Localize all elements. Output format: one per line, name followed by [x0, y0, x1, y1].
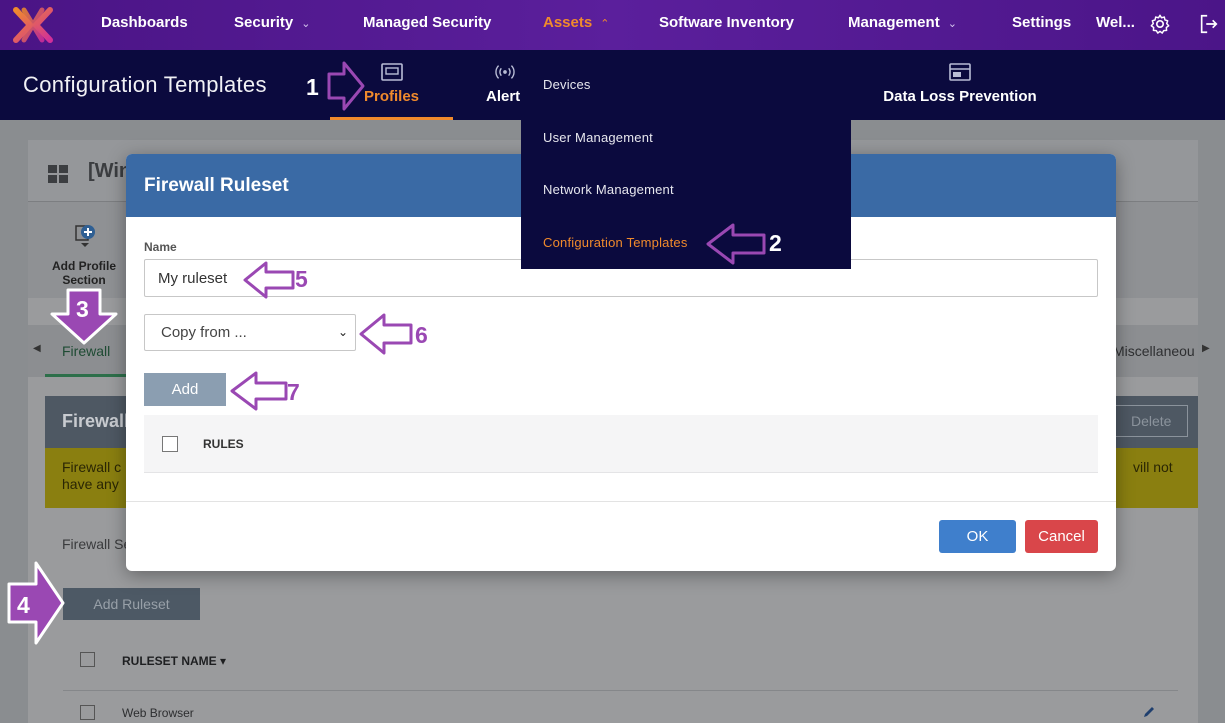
dlp-icon	[949, 63, 971, 81]
row-checkbox[interactable]	[80, 705, 95, 720]
add-ruleset-button[interactable]: Add Ruleset	[63, 588, 200, 620]
menu-item-devices[interactable]: Devices	[543, 77, 591, 92]
name-label: Name	[144, 240, 177, 254]
annotation-number-2: 2	[769, 230, 782, 256]
annotation-number-7: 7	[287, 379, 300, 405]
tab-data-loss-prevention[interactable]: Data Loss Prevention	[870, 50, 1050, 120]
logout-icon[interactable]	[1198, 13, 1220, 35]
nav-managed-security[interactable]: Managed Security	[363, 0, 491, 50]
rules-table-header: RULES	[144, 415, 1098, 473]
page-title: Configuration Templates	[23, 72, 267, 97]
annotation-arrow-left-icon	[243, 261, 295, 299]
user-name: Wel...	[1096, 14, 1135, 31]
copy-from-select[interactable]: Copy from ... ⌄	[144, 314, 356, 351]
tab-dlp-label: Data Loss Prevention	[883, 88, 1037, 105]
alert-signal-icon	[495, 65, 515, 79]
nav-assets-label: Assets	[543, 14, 593, 31]
warning-text-right: vill not	[1133, 459, 1173, 475]
menu-item-user-management[interactable]: User Management	[543, 130, 653, 145]
annotation-number-5: 5	[295, 266, 308, 292]
warning-text: Firewall c have any	[62, 459, 121, 493]
ok-button[interactable]: OK	[939, 520, 1016, 553]
annotation-arrow-left-icon	[359, 313, 413, 355]
add-section-icon[interactable]	[74, 222, 96, 248]
sort-down-icon: ▾	[220, 654, 227, 668]
cancel-button[interactable]: Cancel	[1025, 520, 1098, 553]
ruleset-name-column-header[interactable]: RULESET NAME ▾	[122, 654, 226, 668]
profiles-icon	[380, 63, 403, 81]
user-menu[interactable]: Wel...	[1096, 0, 1135, 50]
dialog-title: Firewall Ruleset	[144, 175, 289, 196]
nav-management[interactable]: Management ⌄	[848, 0, 957, 50]
nav-security[interactable]: Security ⌄	[234, 0, 310, 50]
nav-software-inventory-label: Software Inventory	[659, 14, 795, 31]
gear-icon[interactable]	[1149, 13, 1171, 35]
windows-icon	[48, 165, 68, 183]
warning-line-1: Firewall c	[62, 459, 122, 475]
annotation-number-1: 1	[306, 74, 319, 100]
nav-managed-security-label: Managed Security	[363, 14, 492, 31]
select-all-checkbox[interactable]	[80, 652, 95, 667]
annotation-arrow-right-icon	[7, 561, 65, 645]
dialog-footer-divider	[126, 501, 1116, 502]
rules-select-all-checkbox[interactable]	[162, 436, 178, 452]
delete-button[interactable]: Delete	[1110, 405, 1188, 437]
nav-dashboards-label: Dashboards	[101, 14, 188, 31]
app-logo[interactable]	[10, 4, 56, 46]
nav-settings-label: Settings	[1012, 14, 1072, 31]
rules-column-header: RULES	[203, 437, 244, 451]
annotation-number-3: 3	[76, 296, 89, 322]
add-profile-section-button[interactable]: Add Profile Section	[48, 259, 120, 287]
copy-from-value: Copy from ...	[161, 324, 247, 341]
firewall-section-title: Firewall	[62, 411, 130, 431]
ruleset-name-header-label: RULESET NAME	[122, 654, 217, 668]
nav-settings[interactable]: Settings	[1012, 0, 1071, 50]
tab-miscellaneous[interactable]: Miscellaneou	[1113, 343, 1195, 359]
chevron-down-icon: ⌄	[301, 18, 311, 30]
chevron-down-icon: ⌄	[947, 18, 957, 30]
menu-item-network-management[interactable]: Network Management	[543, 182, 674, 197]
firewall-settings-label: Firewall Se	[62, 536, 132, 552]
active-tab-indicator	[330, 117, 453, 120]
annotation-arrow-right-icon	[327, 61, 365, 111]
assets-dropdown-menu: Devices User Management Network Manageme…	[521, 50, 851, 269]
annotation-number-4: 4	[17, 592, 30, 618]
nav-dashboards[interactable]: Dashboards	[101, 0, 188, 50]
pencil-icon[interactable]	[1143, 705, 1156, 718]
nav-management-label: Management	[848, 14, 940, 31]
add-rule-button[interactable]: Add	[144, 373, 226, 406]
menu-item-configuration-templates[interactable]: Configuration Templates	[543, 235, 688, 250]
nav-assets[interactable]: Assets ⌃	[543, 0, 609, 50]
top-navigation-bar: Dashboards Security ⌄ Managed Security As…	[0, 0, 1225, 50]
chevron-up-icon: ⌃	[600, 18, 610, 30]
annotation-arrow-left-icon	[230, 371, 288, 411]
chevron-down-icon: ⌄	[337, 325, 348, 339]
table-divider	[63, 690, 1178, 691]
profile-title: [Win	[88, 160, 132, 182]
delete-label: Delete	[1131, 413, 1172, 429]
tabs-scroll-left-icon[interactable]: ◀	[33, 343, 41, 354]
tabs-scroll-right-icon[interactable]: ▶	[1202, 343, 1210, 354]
nav-security-label: Security	[234, 14, 294, 31]
annotation-arrow-left-icon	[706, 223, 766, 265]
nav-software-inventory[interactable]: Software Inventory	[659, 0, 794, 50]
table-row[interactable]: Web Browser	[122, 706, 194, 720]
annotation-number-6: 6	[415, 322, 428, 348]
warning-line-2: have any	[62, 476, 119, 492]
